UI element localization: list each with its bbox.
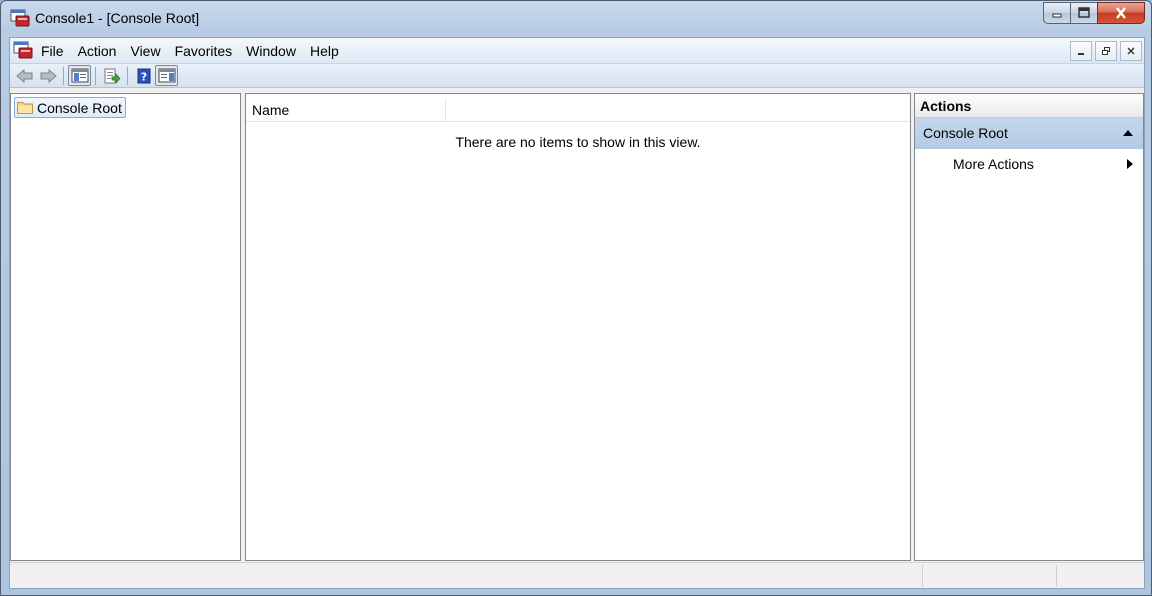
menu-items: File Action View Favorites Window Help [34, 38, 346, 64]
toolbar-separator [95, 66, 96, 85]
actions-group-label: Console Root [923, 125, 1008, 141]
minimize-icon [1052, 13, 1062, 18]
maximize-icon [1078, 7, 1090, 18]
child-close-button[interactable] [1120, 41, 1142, 61]
window-title: Console1 - [Console Root] [35, 10, 200, 26]
results-list-pane[interactable]: Name There are no items to show in this … [245, 93, 911, 561]
menu-favorites[interactable]: Favorites [168, 38, 240, 64]
show-hide-action-pane-button[interactable] [155, 65, 178, 86]
tree-item-label: Console Root [37, 99, 122, 116]
mmc-window: Console1 - [Console Root] File Action Vi… [0, 0, 1152, 596]
show-hide-tree-icon [71, 68, 88, 83]
show-hide-action-pane-icon [158, 68, 175, 83]
menu-action[interactable]: Action [71, 38, 124, 64]
collapse-caret-icon[interactable] [1123, 130, 1133, 136]
caption-buttons [1043, 2, 1145, 24]
console-tree-pane[interactable]: Console Root [10, 93, 241, 561]
status-panel [922, 565, 1055, 587]
close-icon [1116, 7, 1126, 19]
maximize-button[interactable] [1070, 2, 1097, 24]
show-hide-tree-button[interactable] [68, 65, 91, 86]
action-more-actions[interactable]: More Actions [915, 149, 1143, 179]
menu-view[interactable]: View [123, 38, 167, 64]
child-window-buttons [1070, 41, 1142, 61]
actions-pane-title: Actions [915, 94, 1143, 118]
actions-pane: Actions Console Root More Actions [914, 93, 1144, 561]
export-list-button[interactable] [100, 65, 123, 86]
actions-group-console-root[interactable]: Console Root [915, 118, 1143, 149]
close-icon [1127, 47, 1135, 55]
list-header: Name [246, 98, 910, 122]
menu-window[interactable]: Window [239, 38, 303, 64]
export-list-icon [104, 68, 120, 84]
forward-button[interactable] [36, 65, 59, 86]
column-header-name[interactable]: Name [246, 98, 446, 122]
help-button[interactable]: ? [132, 65, 155, 86]
child-restore-button[interactable] [1095, 41, 1117, 61]
menu-help[interactable]: Help [303, 38, 346, 64]
minimize-button[interactable] [1043, 2, 1070, 24]
toolbar-separator [127, 66, 128, 85]
svg-text:?: ? [140, 70, 146, 83]
back-arrow-icon [15, 68, 32, 83]
action-label: More Actions [953, 156, 1034, 172]
child-minimize-button[interactable] [1070, 41, 1092, 61]
forward-arrow-icon [40, 68, 57, 83]
restore-icon [1102, 47, 1110, 55]
toolbar: ? [10, 64, 1144, 88]
empty-list-message: There are no items to show in this view. [455, 134, 701, 150]
tree-item-console-root[interactable]: Console Root [14, 97, 126, 118]
submenu-arrow-icon [1127, 159, 1133, 169]
toolbar-separator [63, 66, 64, 85]
back-button[interactable] [13, 65, 36, 86]
menu-file[interactable]: File [34, 38, 71, 64]
minimize-icon [1078, 53, 1084, 55]
title-bar[interactable]: Console1 - [Console Root] [1, 1, 1151, 35]
status-bar [10, 562, 1144, 588]
mmc-console-icon [10, 9, 30, 27]
folder-icon [17, 102, 33, 114]
close-button[interactable] [1097, 2, 1145, 24]
help-icon: ? [137, 68, 150, 83]
menu-bar: File Action View Favorites Window Help [10, 38, 1144, 64]
mmc-console-icon[interactable] [13, 41, 33, 59]
status-panel [1056, 565, 1144, 587]
console-client-area: File Action View Favorites Window Help ?… [9, 37, 1145, 589]
